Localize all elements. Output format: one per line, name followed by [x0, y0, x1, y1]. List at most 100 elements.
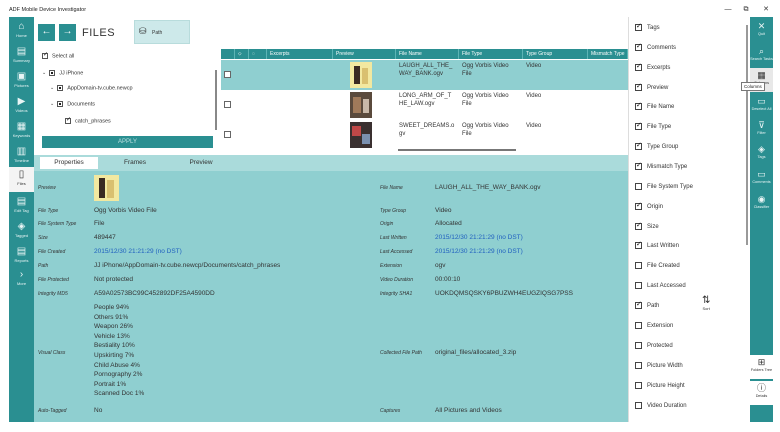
minimize-button[interactable]: —	[719, 6, 737, 14]
nav-quit[interactable]: ✕ Quit	[750, 19, 773, 43]
tree-node[interactable]: ⌄ Documents	[50, 101, 95, 111]
column-checkbox[interactable]	[635, 240, 642, 250]
header-excerpts[interactable]: Excerpts	[267, 49, 333, 59]
nav-reports[interactable]: ▤ Reports	[9, 244, 34, 269]
chevron-down-icon[interactable]: ⌄	[50, 85, 54, 91]
tab-preview[interactable]: Preview	[172, 157, 230, 169]
tree-checkbox[interactable]	[57, 85, 64, 91]
nav-details[interactable]: ⓘ Details	[750, 381, 773, 405]
column-option[interactable]: Size	[635, 221, 659, 236]
column-checkbox[interactable]	[635, 261, 642, 269]
column-checkbox[interactable]	[635, 141, 642, 151]
tree-checkbox[interactable]	[65, 116, 71, 124]
table-row[interactable]: LAUGH_ALL_THE_ WAY_BANK.ogv Ogg Vorbis V…	[221, 60, 628, 90]
column-checkbox[interactable]	[635, 121, 642, 131]
nav-videos[interactable]: ▶ Videos	[9, 94, 34, 119]
nav-comments[interactable]: ▭ Comments	[750, 167, 773, 191]
column-option[interactable]: Protected	[635, 341, 673, 355]
columns-scrollbar[interactable]	[746, 25, 748, 245]
column-checkbox[interactable]	[635, 42, 642, 52]
tree-checkbox[interactable]	[49, 70, 56, 76]
grid-scrollbar[interactable]	[398, 149, 516, 151]
column-checkbox[interactable]	[635, 401, 642, 409]
nav-filter[interactable]: ⊽ Filter	[750, 118, 773, 142]
nav-timeline[interactable]: ▥ Timeline	[9, 144, 34, 169]
header-tags[interactable]: ⬦	[235, 49, 249, 59]
column-option[interactable]: Extension	[635, 321, 673, 335]
apply-button[interactable]: APPLY	[42, 136, 213, 148]
nav-deselect-all[interactable]: ▭ Deselect All	[750, 94, 773, 118]
tree-checkbox[interactable]	[57, 101, 64, 107]
column-option[interactable]: Type Group	[635, 141, 678, 156]
nav-tags[interactable]: ◈ Tags	[750, 142, 773, 166]
column-option[interactable]: Comments	[635, 42, 676, 57]
column-option[interactable]: File System Type	[635, 182, 693, 196]
restore-button[interactable]: ⧉	[737, 6, 755, 14]
column-checkbox[interactable]	[635, 101, 642, 111]
column-checkbox[interactable]	[635, 182, 642, 190]
chevron-down-icon[interactable]: ⌄	[42, 70, 46, 76]
tree-node[interactable]: ⌄ JJ iPhone	[42, 70, 83, 80]
chevron-down-icon[interactable]: ⌄	[50, 101, 54, 107]
table-row[interactable]: SWEET_DREAMS.o gv Ogg Vorbis Video File …	[221, 120, 628, 150]
nav-classifier[interactable]: ◉ Classifier	[750, 192, 773, 216]
column-option[interactable]: Tags	[635, 22, 660, 37]
column-option[interactable]: Video Duration	[635, 401, 687, 415]
nav-tagged[interactable]: ◈ Tagged	[9, 219, 34, 244]
close-button[interactable]: ✕	[757, 6, 775, 14]
column-checkbox[interactable]	[635, 341, 642, 349]
column-option[interactable]: File Name	[635, 101, 674, 116]
column-checkbox[interactable]	[635, 221, 642, 231]
select-all-checkbox[interactable]	[42, 51, 48, 59]
row-checkbox[interactable]	[224, 71, 231, 78]
column-checkbox[interactable]	[635, 321, 642, 329]
header-file-name[interactable]: File Name	[396, 49, 459, 59]
nav-keywords[interactable]: ▦ Keywords	[9, 119, 34, 144]
column-option[interactable]: Last Accessed	[635, 281, 686, 295]
nav-edit-tag[interactable]: ▤ Edit Tag	[9, 194, 34, 219]
tab-frames[interactable]: Frames	[106, 157, 164, 169]
header-preview[interactable]: Preview	[333, 49, 396, 59]
column-checkbox[interactable]	[635, 281, 642, 289]
column-checkbox[interactable]	[635, 161, 642, 171]
column-option[interactable]: Picture Height	[635, 381, 685, 395]
column-checkbox[interactable]	[635, 82, 642, 92]
tree-node[interactable]: catch_phrases	[65, 116, 111, 128]
header-comments[interactable]: ◌	[249, 49, 267, 59]
column-option[interactable]: Mismatch Type	[635, 161, 687, 176]
back-button[interactable]: ←	[38, 24, 55, 41]
column-checkbox[interactable]	[635, 22, 642, 32]
tree-scrollbar[interactable]	[215, 70, 217, 130]
column-checkbox[interactable]	[635, 201, 642, 211]
nav-more[interactable]: › More	[9, 267, 34, 292]
header-type-group[interactable]: Type Group	[523, 49, 588, 59]
path-button[interactable]: ⛁ Path	[134, 20, 190, 44]
header-select[interactable]	[221, 49, 235, 59]
sort-button[interactable]: ⇅ Sort	[702, 295, 710, 311]
nav-files[interactable]: ▯ Files	[9, 167, 34, 192]
tab-properties[interactable]: Properties	[40, 157, 98, 169]
column-option[interactable]: Path	[635, 300, 659, 315]
nav-folders-tree[interactable]: ⊞ Folders Tree	[750, 355, 773, 379]
nav-search-tasks[interactable]: ⌕ Search Tasks	[750, 44, 773, 68]
column-option[interactable]: Excerpts	[635, 62, 670, 77]
row-checkbox[interactable]	[224, 101, 231, 108]
column-option[interactable]: Last Written	[635, 240, 679, 255]
select-all-row[interactable]: Select all	[42, 51, 74, 63]
column-checkbox[interactable]	[635, 300, 642, 310]
column-option[interactable]: Picture Width	[635, 361, 683, 375]
column-checkbox[interactable]	[635, 62, 642, 72]
column-option[interactable]: File Created	[635, 261, 680, 275]
header-file-type[interactable]: File Type	[459, 49, 523, 59]
column-checkbox[interactable]	[635, 361, 642, 369]
nav-pictures[interactable]: ▣ Pictures	[9, 69, 34, 94]
header-mismatch-type[interactable]: Mismatch Type	[588, 49, 628, 59]
column-option[interactable]: Preview	[635, 82, 668, 97]
column-option[interactable]: File Type	[635, 121, 671, 136]
nav-summary[interactable]: ▤ Summary	[9, 44, 34, 69]
column-checkbox[interactable]	[635, 381, 642, 389]
tree-node[interactable]: ⌄ AppDomain-tv.cube.newcp	[50, 85, 133, 95]
nav-home[interactable]: ⌂ Home	[9, 19, 34, 44]
forward-button[interactable]: →	[59, 24, 76, 41]
column-option[interactable]: Origin	[635, 201, 663, 216]
